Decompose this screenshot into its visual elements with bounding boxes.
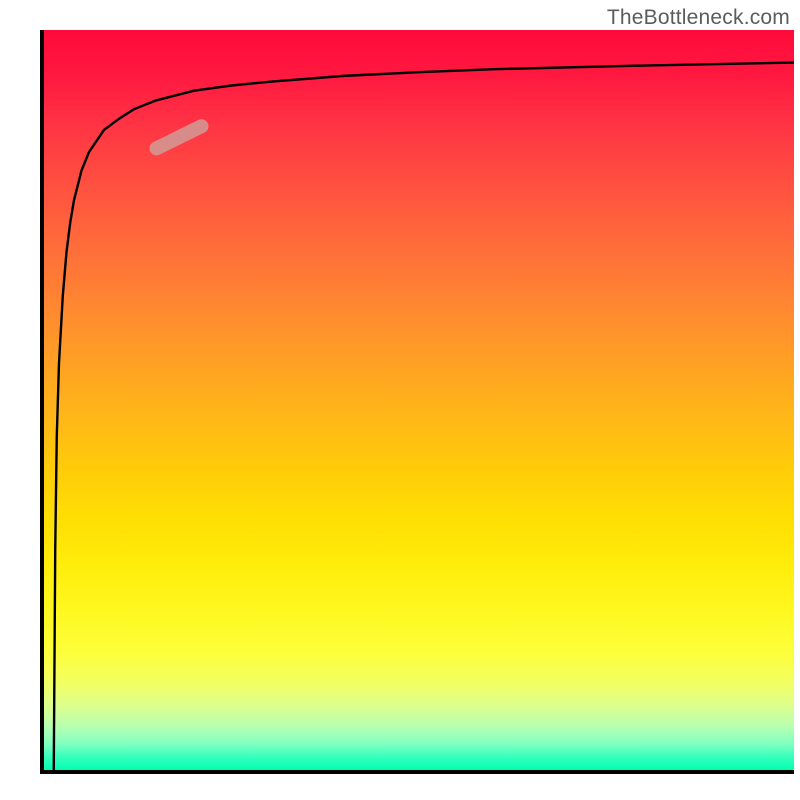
watermark-text: TheBottleneck.com	[607, 6, 790, 30]
plot-area	[40, 30, 794, 774]
curve-svg	[44, 30, 794, 770]
chart-container: TheBottleneck.com	[0, 0, 800, 800]
highlight-segment	[157, 126, 202, 148]
main-curve	[54, 63, 794, 770]
